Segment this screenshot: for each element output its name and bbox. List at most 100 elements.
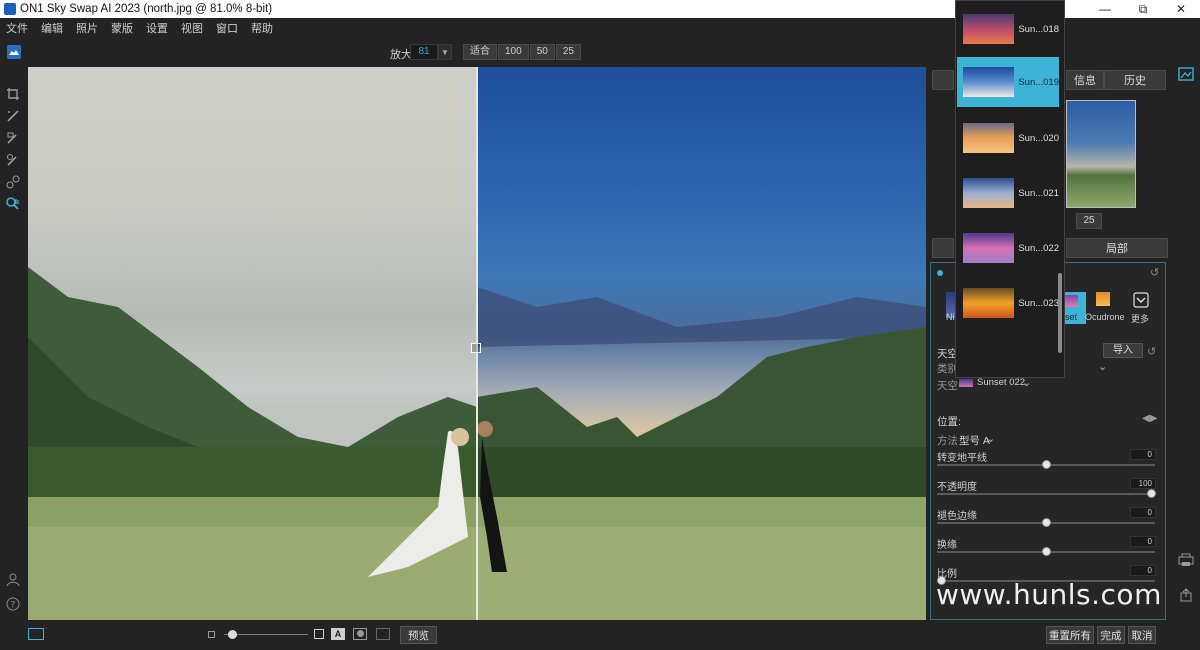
sky-thumbnail [963, 288, 1015, 318]
slider-track[interactable] [937, 493, 1155, 495]
zoom-input[interactable]: 81 [410, 44, 438, 60]
sky-list-item[interactable]: Sun...020 [957, 113, 1059, 163]
slider-opacity: 不透明度 100 [937, 478, 1159, 502]
slider-value[interactable]: 0 [1130, 536, 1156, 547]
thumbnail-size-slider[interactable] [224, 630, 308, 639]
sky-name: Sun...018 [1018, 23, 1059, 35]
mask-view-dot [357, 630, 364, 637]
panel-active-dot [937, 270, 943, 276]
sky-select-value[interactable]: Sunset 022 [977, 377, 1025, 388]
menu-window[interactable]: 窗口 [216, 20, 238, 36]
slider-value[interactable]: 100 [1130, 478, 1156, 489]
sky-thumbnail [963, 178, 1015, 208]
menu-mask[interactable]: 蒙版 [111, 20, 133, 36]
retouch-icon[interactable] [5, 174, 21, 190]
done-button[interactable]: 完成 [1097, 626, 1125, 644]
app-icon [4, 3, 16, 15]
slider-edge-shift: 换缘 0 [937, 536, 1159, 560]
preset-sunset-thumbnail [1064, 295, 1078, 307]
mask-view-icon[interactable] [353, 628, 367, 640]
sky-list-item[interactable]: Sun...021 [957, 168, 1059, 218]
sky-name: Sun...020 [1018, 132, 1059, 144]
sky-list-scrollbar[interactable] [1058, 273, 1062, 353]
tab-navigator[interactable] [932, 70, 954, 90]
maximize-button[interactable]: ⧉ [1124, 0, 1162, 18]
brush-overlay-icon[interactable] [376, 628, 390, 640]
method-chevron-icon[interactable]: ⌄ [986, 432, 995, 445]
tab-history[interactable]: 历史 [1104, 70, 1166, 90]
split-handle[interactable] [471, 343, 481, 353]
zoom-25-button[interactable]: 25 [555, 44, 581, 60]
thumbnail-large-icon[interactable] [314, 629, 324, 639]
photo-canvas[interactable] [28, 67, 926, 620]
slider-label: 换缘 [937, 540, 957, 551]
after-image [477, 67, 926, 620]
sky-reset-icon[interactable]: ↺ [1147, 345, 1156, 358]
minimize-button[interactable]: — [1086, 0, 1124, 18]
slider-thumb[interactable] [1147, 489, 1156, 498]
share-icon[interactable] [1178, 588, 1194, 602]
reset-all-button[interactable]: 重置所有 [1046, 626, 1094, 644]
slider-label: 不透明度 [937, 482, 977, 493]
slider-thumb[interactable] [1042, 460, 1051, 469]
sky-name: Sun...023 [1018, 297, 1059, 309]
menu-view[interactable]: 视图 [181, 20, 203, 36]
sky-list-item[interactable]: Sun...022 [957, 223, 1059, 273]
brush-icon[interactable] [5, 108, 21, 124]
sky-list-item[interactable]: Sun...018 [957, 4, 1059, 54]
tab-info[interactable]: 信息 [1066, 70, 1104, 90]
slider-fade-edge: 褪色边缘 0 [937, 507, 1159, 531]
zoom-50-button[interactable]: 50 [529, 44, 555, 60]
menu-photo[interactable]: 照片 [76, 20, 98, 36]
sky-thumbnail [963, 233, 1015, 263]
svg-text:?: ? [11, 601, 16, 611]
sky-swap-module-icon[interactable] [1178, 67, 1194, 81]
sky-thumbnail [963, 67, 1015, 97]
menu-settings[interactable]: 设置 [146, 20, 168, 36]
cancel-button[interactable]: 取消 [1128, 626, 1156, 644]
help-icon[interactable]: ? [5, 596, 21, 612]
method-label: 方法 [937, 435, 958, 447]
print-icon[interactable] [1178, 553, 1194, 567]
zoom-fit-button[interactable]: 适合 [463, 44, 497, 60]
slider-thumb[interactable] [1042, 518, 1051, 527]
slider-value[interactable]: 0 [1130, 565, 1156, 576]
reset-icon[interactable]: ↺ [1150, 266, 1159, 279]
compare-view-icon[interactable] [28, 628, 44, 640]
person-icon[interactable] [5, 572, 21, 588]
menu-edit[interactable]: 编辑 [41, 20, 63, 36]
tab-local[interactable]: 局部 [1066, 238, 1168, 258]
zoom-hand-icon[interactable] [5, 196, 21, 212]
watermark-text: www.hunls.com [936, 578, 1162, 611]
category-chevron-icon[interactable]: ⌄ [1098, 360, 1107, 373]
sky-name: Sun...022 [1018, 242, 1059, 254]
sky-thumbnail [963, 14, 1015, 44]
position-toggle-icon[interactable]: ◀▶ [1142, 413, 1157, 424]
sky-swatch [959, 379, 973, 387]
thumbnail-small-icon[interactable] [208, 631, 215, 638]
sky-list-item[interactable]: Sun...023 [957, 278, 1059, 328]
mask-brush-icon[interactable] [5, 130, 21, 146]
refine-brush-icon[interactable] [5, 152, 21, 168]
crop-icon[interactable] [5, 86, 21, 102]
preview-button[interactable]: 预览 [400, 626, 437, 644]
text-overlay-icon[interactable]: A [331, 628, 345, 640]
close-button[interactable]: ✕ [1162, 0, 1200, 18]
slider-value[interactable]: 0 [1130, 449, 1156, 460]
menu-file[interactable]: 文件 [6, 20, 28, 36]
chevron-down-icon[interactable]: ▼ [438, 44, 452, 60]
menu-help[interactable]: 帮助 [251, 20, 273, 36]
sky-list-dropdown: Sun...018 Sun...019 Sun...020 Sun...021 … [955, 0, 1065, 378]
sky-name: Sun...019 [1018, 76, 1059, 88]
navigator-preview[interactable] [1066, 100, 1136, 208]
zoom-100-button[interactable]: 100 [498, 44, 529, 60]
slider-value[interactable]: 0 [1130, 507, 1156, 518]
tab-sky[interactable] [932, 238, 954, 258]
sky-label: 天空 [937, 380, 958, 392]
thumbnail-size-thumb[interactable] [228, 630, 238, 639]
navigator-zoom-25[interactable]: 25 [1076, 213, 1102, 229]
sky-list-item-selected[interactable]: Sun...019 [957, 57, 1059, 107]
import-button[interactable]: 导入 [1103, 343, 1143, 358]
slider-thumb[interactable] [1042, 547, 1051, 556]
slider-label: 转变地平线 [937, 453, 987, 464]
